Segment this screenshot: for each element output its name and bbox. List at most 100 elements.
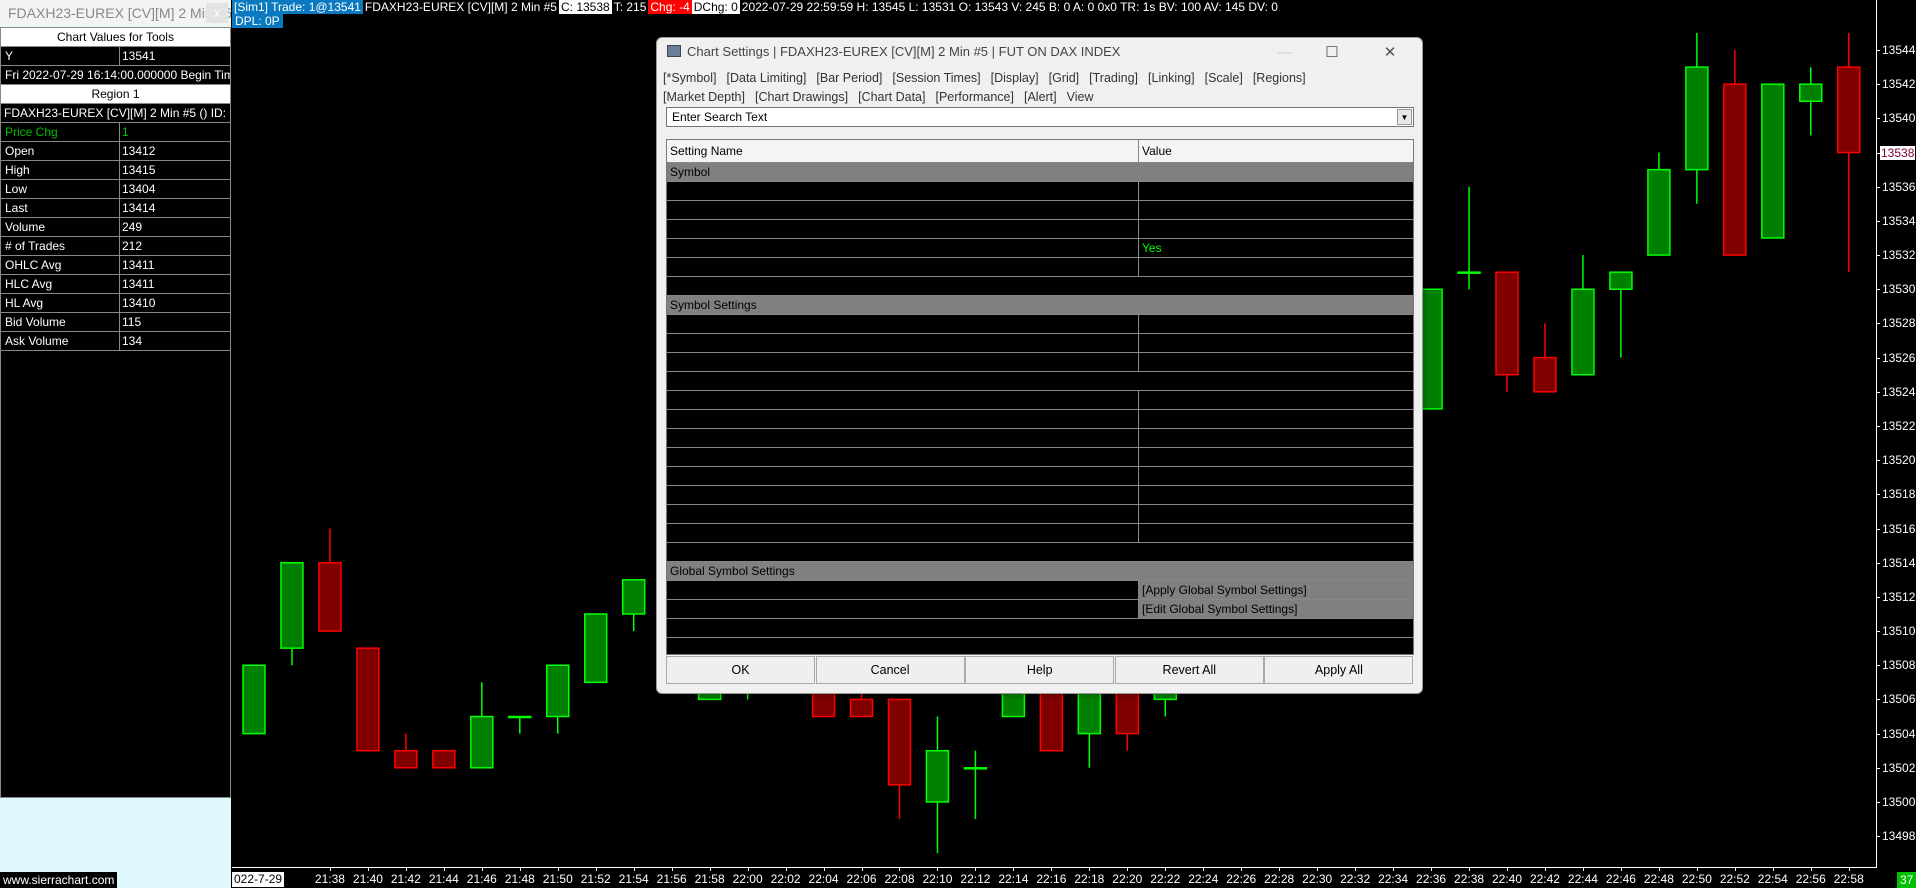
price-tick: [1876, 699, 1880, 701]
tab-view[interactable]: View: [1067, 90, 1094, 104]
setting-row[interactable]: Volume Value Format (List) 1: [667, 448, 1413, 467]
value: 134: [119, 332, 142, 350]
tab-performance[interactable]: [Performance]: [935, 90, 1014, 104]
setting-row[interactable]: Do Not Change Symbol Settings for Chart …: [667, 505, 1413, 524]
time-label: 22:32: [1340, 872, 1371, 886]
cancel-button[interactable]: Cancel: [815, 656, 965, 684]
setting-value[interactable]: Continuous Futures Contract - Volume Bas…: [1138, 258, 1413, 276]
dropdown-arrow-icon[interactable]: ▼: [1397, 109, 1412, 125]
tab-chart-data[interactable]: [Chart Data]: [858, 90, 925, 104]
setting-value[interactable]: 1: [1138, 410, 1413, 428]
candle: [432, 749, 456, 769]
close-window-button[interactable]: x: [206, 3, 228, 23]
candle: [1533, 323, 1557, 393]
value-label: Price Chg: [5, 125, 58, 139]
setting-value[interactable]: No: [1138, 353, 1413, 371]
value-row: Bid Volume 115: [1, 313, 230, 332]
minimize-button[interactable]: —: [1262, 38, 1308, 68]
setting-row[interactable]: (Button) [Edit Global Symbol Settings]: [667, 600, 1413, 619]
setting-name: Use As Trade Only Symbol: [670, 222, 814, 236]
time-tick: [1431, 867, 1433, 871]
time-tick: [1772, 867, 1774, 871]
setting-name: Tick Size: [670, 336, 719, 350]
candle: [1723, 50, 1747, 256]
tab-market-depth[interactable]: [Market Depth]: [663, 90, 745, 104]
candle-body: [1495, 271, 1519, 376]
candle: [1457, 186, 1481, 290]
tab-chart-drawings[interactable]: [Chart Drawings]: [755, 90, 848, 104]
setting-value[interactable]: 1: [1138, 448, 1413, 466]
setting-row[interactable]: Real-Time Price Multiplier (List) 1: [667, 391, 1413, 410]
setting-value[interactable]: 1.000000: [1138, 334, 1413, 352]
value-label: Last: [5, 201, 28, 215]
app-icon: [667, 45, 681, 57]
candle-body: [621, 579, 646, 615]
price-label: 13522: [1882, 418, 1916, 433]
candle-body: [963, 767, 988, 770]
apply-all-button[interactable]: Apply All: [1264, 656, 1414, 684]
setting-row[interactable]: Trade and Current Quote Symbol (Action): [667, 201, 1413, 220]
setting-value[interactable]: 1: [1138, 315, 1413, 333]
tab-symbol[interactable]: [*Symbol]: [663, 71, 717, 85]
setting-row[interactable]: Trade and Current Quote Symbol Price Mul…: [667, 524, 1413, 543]
value-row: Ask Volume 134: [1, 332, 230, 351]
setting-row[interactable]: Volume/Open Interest Multiplier (List) 1: [667, 429, 1413, 448]
setting-value[interactable]: No: [1138, 220, 1413, 238]
close-button[interactable]: ✕: [1367, 38, 1413, 68]
panel-header: Chart Values for Tools: [1, 28, 230, 47]
setting-row[interactable]: Use As Trade Only Symbol No: [667, 220, 1413, 239]
price-label: 13530: [1882, 282, 1916, 297]
setting-value[interactable]: [1138, 201, 1413, 219]
setting-action-button[interactable]: [Apply Global Symbol Settings]: [1138, 581, 1413, 599]
setting-value[interactable]: 1: [1138, 391, 1413, 409]
tab-session-times[interactable]: [Session Times]: [892, 71, 980, 85]
revert-all-button[interactable]: Revert All: [1114, 656, 1264, 684]
blank-row: [667, 638, 1413, 654]
setting-value[interactable]: 0: [1138, 524, 1413, 542]
setting-value[interactable]: 25: [1138, 467, 1413, 485]
maximize-button[interactable]: ☐: [1309, 38, 1355, 68]
setting-row[interactable]: (Button) [Apply Global Symbol Settings]: [667, 581, 1413, 600]
candle: [1836, 32, 1861, 273]
tab-scale[interactable]: [Scale]: [1205, 71, 1243, 85]
time-label: 22:48: [1643, 872, 1674, 886]
setting-value[interactable]: 1: [1138, 429, 1413, 447]
setting-row[interactable]: Automatically Rollover Futures Symbol Yes: [667, 239, 1413, 258]
setting-row[interactable]: Tick Size 1.000000: [667, 334, 1413, 353]
setting-row[interactable]: Continuous Contract (List) Continuous Fut…: [667, 258, 1413, 277]
setting-name: Do Not Change Symbol Settings for Chart …: [670, 507, 1113, 521]
time-label: 21:38: [314, 872, 345, 886]
tab-linking[interactable]: [Linking]: [1148, 71, 1195, 85]
ok-button[interactable]: OK: [666, 656, 815, 684]
value-label: Ask Volume: [5, 334, 69, 348]
help-button[interactable]: Help: [965, 656, 1115, 684]
setting-action-button[interactable]: [Edit Global Symbol Settings]: [1138, 600, 1413, 618]
setting-row[interactable]: Symbol (Action) FDAXH23-EUREX: [667, 182, 1413, 201]
tab-trading[interactable]: [Trading]: [1089, 71, 1138, 85]
tab-display[interactable]: [Display]: [991, 71, 1039, 85]
setting-row[interactable]: Historical Price Multiplier (List) 1: [667, 410, 1413, 429]
value-label: Bid Volume: [5, 315, 66, 329]
setting-row[interactable]: Invert Prices No: [667, 486, 1413, 505]
tab-regions[interactable]: [Regions]: [1253, 71, 1306, 85]
search-input[interactable]: Enter Search Text ▼: [666, 107, 1414, 127]
tab-data-limiting[interactable]: [Data Limiting]: [727, 71, 807, 85]
tab-grid[interactable]: [Grid]: [1049, 71, 1080, 85]
time-label: 22:34: [1378, 872, 1409, 886]
setting-row[interactable]: Price Display Format (List) 1: [667, 315, 1413, 334]
value-row: Volume 249: [1, 218, 230, 237]
tab-bar-period[interactable]: [Bar Period]: [816, 71, 882, 85]
time-label: 22:00: [732, 872, 763, 886]
setting-row[interactable]: Currency Value Per Tick 25: [667, 467, 1413, 486]
setting-value[interactable]: FDAXH23-EUREX: [1138, 182, 1413, 200]
setting-row[interactable]: Auto-Set From Data Feed No: [667, 353, 1413, 372]
time-tick: [861, 867, 863, 871]
time-tick: [481, 867, 483, 871]
tab-alert[interactable]: [Alert]: [1024, 90, 1057, 104]
setting-value[interactable]: No: [1138, 486, 1413, 504]
setting-value[interactable]: Yes: [1138, 239, 1413, 257]
time-tick: [519, 867, 521, 871]
setting-value[interactable]: No: [1138, 505, 1413, 523]
time-tick: [1620, 867, 1622, 871]
sierrachart-link[interactable]: www.sierrachart.com: [0, 872, 118, 888]
